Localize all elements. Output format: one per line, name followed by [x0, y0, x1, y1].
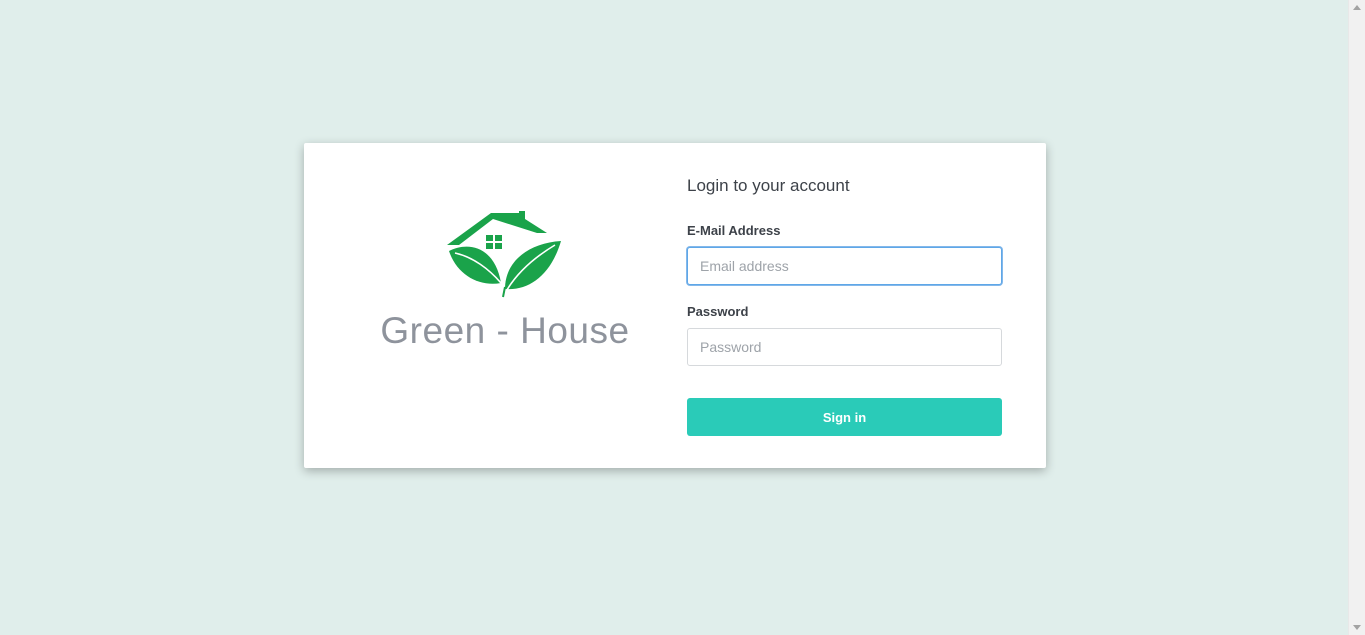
- login-card: Green - House Login to your account E-Ma…: [304, 143, 1046, 468]
- password-label: Password: [687, 304, 749, 319]
- brand-panel: Green - House: [304, 143, 687, 468]
- brand-name: Green - House: [380, 310, 630, 351]
- email-field[interactable]: [687, 247, 1002, 285]
- password-field[interactable]: [687, 328, 1002, 366]
- login-form: Login to your account E-Mail Address Pas…: [687, 143, 1046, 468]
- vertical-scrollbar[interactable]: [1348, 0, 1365, 635]
- form-title: Login to your account: [687, 176, 850, 195]
- page: Green - House Login to your account E-Ma…: [0, 0, 1365, 635]
- house-leaf-icon: [447, 211, 561, 298]
- email-label: E-Mail Address: [687, 223, 781, 238]
- scroll-down-icon[interactable]: [1353, 625, 1361, 630]
- scroll-up-icon[interactable]: [1353, 5, 1361, 10]
- sign-in-button[interactable]: Sign in: [687, 398, 1002, 436]
